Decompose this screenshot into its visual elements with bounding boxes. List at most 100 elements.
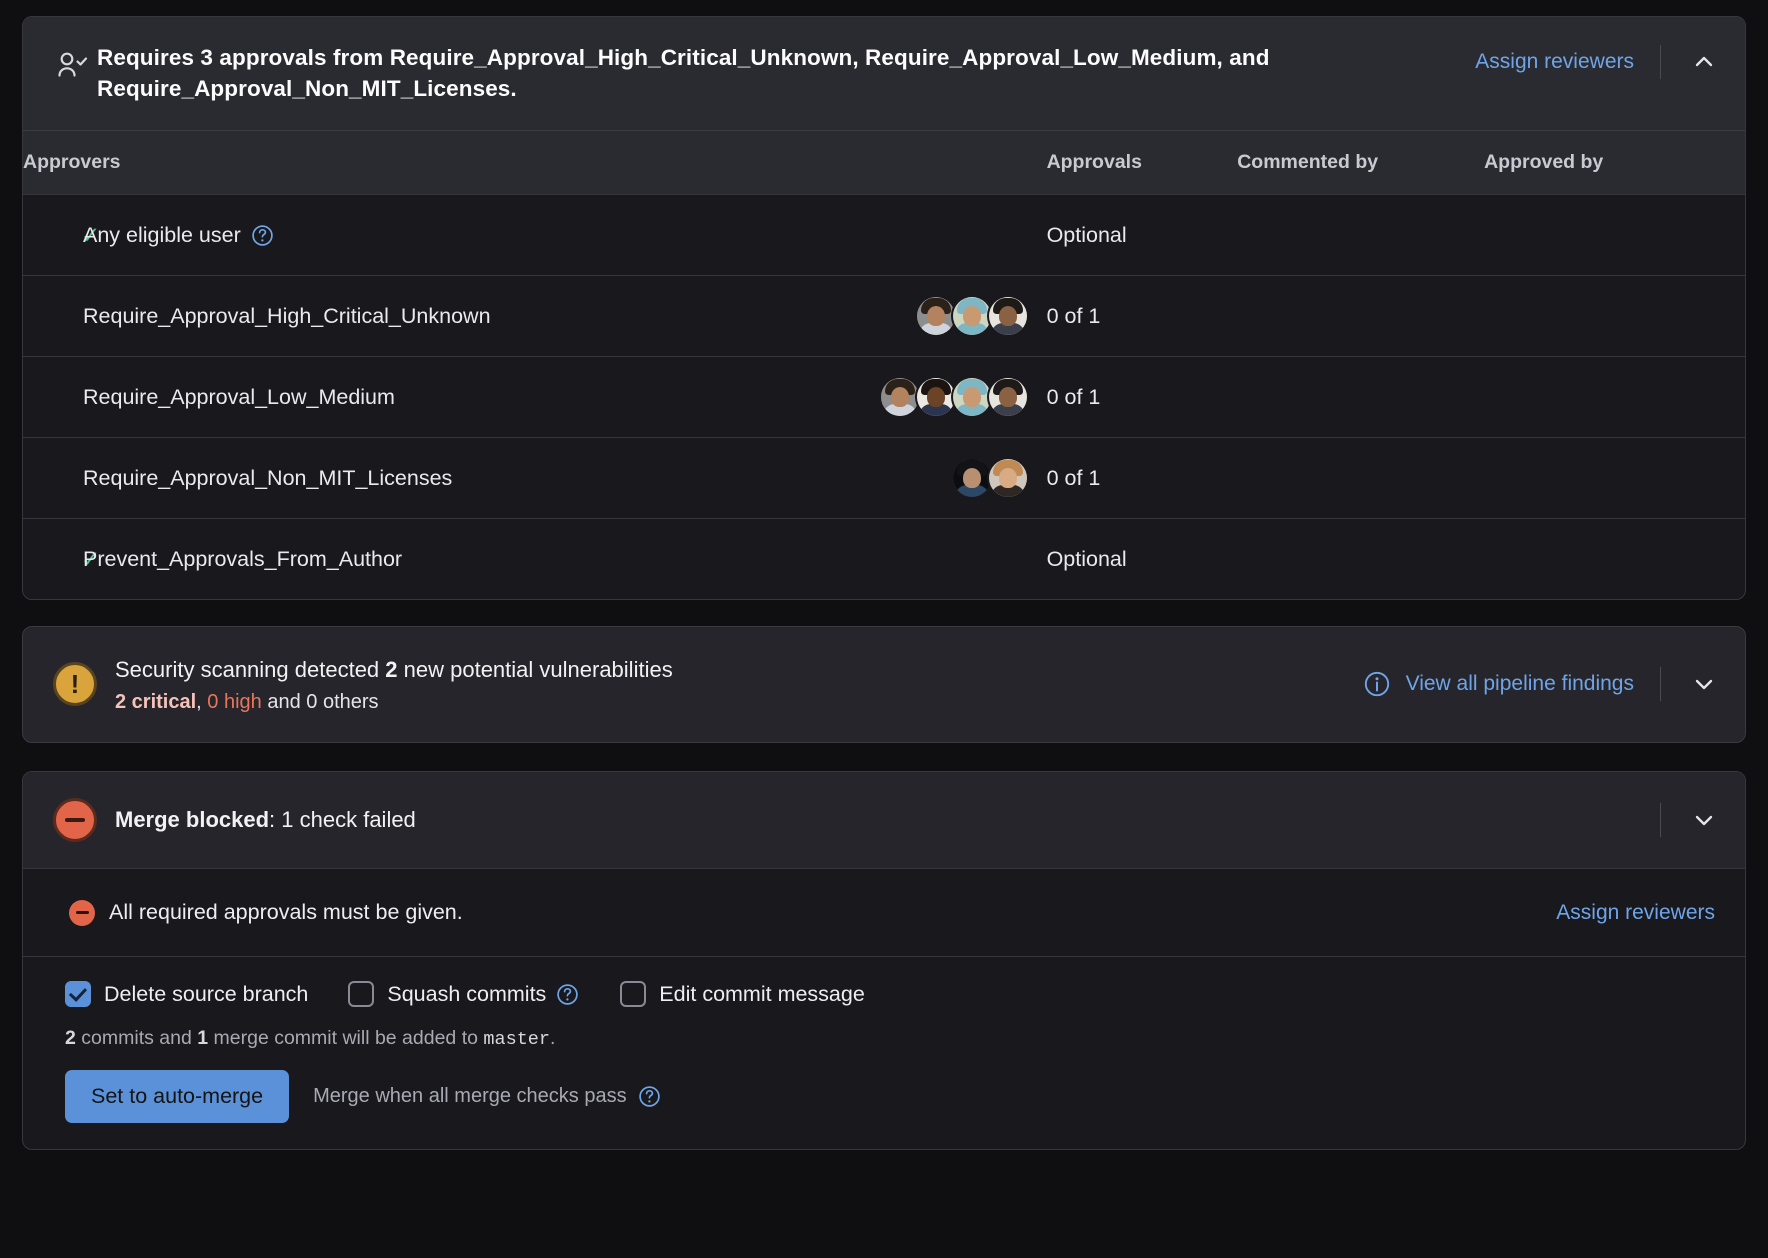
commits-note: 2 commits and 1 merge commit will be add… [65, 1027, 1715, 1050]
approvals-count: 0 of 1 [1046, 437, 1238, 519]
chevron-down-icon[interactable] [1687, 807, 1721, 833]
table-row: ✓ Prevent_Approvals_From_Author Optional [23, 518, 1745, 600]
table-row: ✓Require_Approval_Non_MIT_Licenses0 of 1 [23, 437, 1745, 519]
table-row: ✓Require_Approval_Low_Medium0 of 1 [23, 356, 1745, 438]
approver-name: Require_Approval_Non_MIT_Licenses [83, 465, 453, 490]
approvals-title: Requires 3 approvals from Require_Approv… [97, 45, 1270, 101]
security-title: Security scanning detected 2 new potenti… [115, 653, 1362, 686]
approvals-count: 0 of 1 [1046, 275, 1238, 357]
security-title-suffix: new potential vulnerabilities [397, 657, 673, 683]
chevron-up-icon[interactable] [1687, 49, 1721, 75]
security-breakdown: 2 critical, 0 high and 0 others [115, 691, 1362, 714]
commented-by-cell [1237, 194, 1485, 276]
avatar-group [878, 376, 1029, 419]
approver-name: Require_Approval_High_Critical_Unknown [83, 303, 491, 328]
avatar[interactable] [986, 295, 1029, 338]
merge-option-label: Delete source branch [104, 981, 309, 1006]
blocked-icon [53, 798, 97, 843]
avatar-group [914, 295, 1029, 338]
approver-cell: ✓Require_Approval_Non_MIT_Licenses [23, 437, 1047, 519]
avatar[interactable] [986, 376, 1029, 419]
merge-option-label: Squash commits [387, 981, 547, 1006]
help-icon[interactable] [250, 223, 275, 248]
commits-mid: commits and [75, 1027, 198, 1050]
merge-option[interactable]: Squash commits [348, 981, 580, 1008]
approver-name: Require_Approval_Low_Medium [83, 384, 395, 409]
approver-cell: ✓Require_Approval_High_Critical_Unknown [23, 275, 1047, 357]
auto-merge-note: Merge when all merge checks pass [313, 1084, 661, 1109]
others-count: and 0 others [261, 691, 379, 714]
approved-by-cell [1484, 194, 1745, 276]
merge-blocker-text: All required approvals must be given. [109, 900, 463, 925]
breakdown-separator: , [196, 691, 208, 714]
approver-name: Any eligible user [83, 222, 241, 247]
security-scanning-card: ! Security scanning detected 2 new poten… [22, 626, 1746, 744]
minus-circle-icon [69, 899, 95, 926]
table-row: ✓ Any eligible user Optional [23, 194, 1745, 276]
check-placeholder: ✓ [23, 386, 83, 409]
critical-count: 2 critical [115, 691, 197, 714]
user-check-icon [55, 43, 97, 88]
help-icon[interactable] [555, 982, 580, 1007]
avatar[interactable] [986, 457, 1029, 500]
merge-card: Merge blocked: 1 check failed All requir… [22, 771, 1746, 1151]
divider [1660, 45, 1661, 79]
approvals-count: 0 of 1 [1046, 356, 1238, 438]
column-approvers: Approvers [23, 130, 1047, 195]
approver-cell: ✓ Prevent_Approvals_From_Author [23, 518, 1047, 600]
column-approved-by: Approved by [1484, 130, 1745, 195]
commented-by-cell [1237, 437, 1485, 519]
commits-count: 2 [65, 1027, 76, 1050]
table-row: ✓Require_Approval_High_Critical_Unknown0… [23, 275, 1745, 357]
warning-icon: ! [53, 661, 97, 706]
assign-reviewers-link[interactable]: Assign reviewers [1475, 50, 1634, 74]
security-title-prefix: Security scanning detected [115, 657, 386, 683]
approver-cell: ✓ Any eligible user [23, 194, 1047, 276]
column-approvals: Approvals [1046, 130, 1238, 195]
chevron-down-icon[interactable] [1687, 671, 1721, 697]
merge-options: Delete source branch Squash commits Edit c… [23, 956, 1745, 1149]
view-pipeline-findings-link[interactable]: View all pipeline findings [1406, 672, 1634, 696]
check-placeholder: ✓ [23, 467, 83, 490]
merge-option[interactable]: Delete source branch [65, 981, 309, 1008]
merge-option[interactable]: Edit commit message [620, 981, 865, 1008]
approver-cell: ✓Require_Approval_Low_Medium [23, 356, 1047, 438]
approvals-header: Requires 3 approvals from Require_Approv… [23, 17, 1745, 131]
approvals-count: Optional [1046, 518, 1238, 600]
column-commented-by: Commented by [1237, 130, 1485, 195]
divider [1660, 666, 1661, 701]
merge-actions: Set to auto-merge Merge when all merge c… [65, 1070, 1715, 1124]
help-icon[interactable] [637, 1084, 662, 1109]
merge-status-bold: Merge blocked [115, 807, 270, 833]
divider [1660, 803, 1661, 838]
checkbox-unchecked[interactable] [348, 981, 375, 1008]
commits-tail: merge commit will be added to [208, 1027, 484, 1050]
security-title-count: 2 [385, 657, 398, 683]
merge-commits-count: 1 [197, 1027, 209, 1050]
info-icon[interactable] [1362, 669, 1392, 699]
approvers-table: Approvers Approvals Commented by Approve… [23, 130, 1745, 600]
approvals-header-actions: Assign reviewers [1475, 43, 1721, 79]
merge-status: Merge blocked: 1 check failed [115, 807, 1634, 833]
high-count: 0 high [207, 691, 262, 714]
checkbox-checked[interactable] [65, 981, 91, 1008]
approved-by-cell [1484, 356, 1745, 438]
approvals-count: Optional [1046, 194, 1238, 276]
approvals-card: Requires 3 approvals from Require_Approv… [22, 16, 1746, 601]
commented-by-cell [1237, 356, 1485, 438]
merge-blocker-row: All required approvals must be given. As… [23, 868, 1745, 956]
approved-by-cell [1484, 518, 1745, 600]
check-icon: ✓ [81, 221, 101, 248]
commented-by-cell [1237, 518, 1485, 600]
set-auto-merge-button[interactable]: Set to auto-merge [65, 1070, 290, 1124]
avatar-group [950, 457, 1029, 500]
approvers-table-header: Approvers Approvals Commented by Approve… [23, 130, 1745, 195]
checkbox-unchecked[interactable] [620, 981, 647, 1008]
approved-by-cell [1484, 437, 1745, 519]
commented-by-cell [1237, 275, 1485, 357]
merge-option-row: Delete source branch Squash commits Edit c… [65, 981, 1715, 1008]
assign-reviewers-link-2[interactable]: Assign reviewers [1556, 901, 1715, 925]
check-icon: ✓ [81, 545, 101, 572]
merge-blocked-header: Merge blocked: 1 check failed [23, 772, 1745, 869]
security-actions: View all pipeline findings [1362, 666, 1721, 701]
